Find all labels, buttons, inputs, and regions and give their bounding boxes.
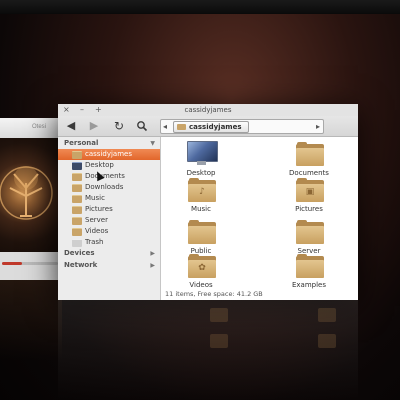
search-button[interactable] <box>135 119 149 133</box>
forward-button[interactable]: ▶ <box>87 119 101 133</box>
sidebar-item-pictures[interactable]: Pictures <box>58 204 160 215</box>
file-view[interactable]: Desktop Documents ♪ Music ▣ Pictures Pub… <box>161 137 358 289</box>
file-item-pictures[interactable]: ▣ Pictures <box>279 175 339 219</box>
sidebar-item-desktop[interactable]: Desktop <box>58 160 160 171</box>
music-folder-icon: ♪ <box>188 178 216 202</box>
downloads-folder-icon <box>72 184 82 192</box>
sidebar-item-label: Pictures <box>85 205 113 213</box>
expand-arrow-icon[interactable]: ▶ <box>150 262 155 269</box>
player-reflection <box>0 280 62 360</box>
sidebar-item-label: Downloads <box>85 183 124 191</box>
window-reflection <box>58 300 358 400</box>
reload-button[interactable]: ↻ <box>112 119 126 133</box>
breadcrumb-label: cassidyjames <box>189 123 242 131</box>
sidebar-item-music[interactable]: Music <box>58 193 160 204</box>
sidebar-category-network[interactable]: Network <box>64 261 97 269</box>
sidebar-category-devices[interactable]: Devices <box>64 249 95 257</box>
music-folder-icon <box>72 195 82 203</box>
public-folder-icon <box>188 220 216 244</box>
videos-folder-icon: ✿ <box>188 254 216 278</box>
album-art <box>0 138 62 252</box>
file-item-music[interactable]: ♪ Music <box>171 175 231 219</box>
sidebar-item-label: Documents <box>85 172 125 180</box>
sidebar-category-personal[interactable]: Personal <box>64 139 98 147</box>
expand-arrow-icon[interactable]: ▶ <box>150 250 155 257</box>
search-icon <box>137 121 148 132</box>
sidebar-item-label: Server <box>85 216 108 224</box>
toolbar: ◀ ▶ ↻ ◂ cassidyjames ▸ <box>58 116 358 137</box>
desktop-icon <box>72 162 82 170</box>
back-button[interactable]: ◀ <box>64 119 78 133</box>
sidebar-item-label: Music <box>85 194 105 202</box>
sidebar-item-videos[interactable]: Videos <box>58 226 160 237</box>
sidebar-item-downloads[interactable]: Downloads <box>58 182 160 193</box>
player-progress[interactable] <box>2 262 58 265</box>
file-item-label: Music <box>191 205 211 213</box>
path-left-icon[interactable]: ◂ <box>163 120 167 133</box>
desktop-top-panel <box>0 0 400 14</box>
sidebar-item-home[interactable]: cassidyjames <box>58 149 160 160</box>
sidebar-item-server[interactable]: Server <box>58 215 160 226</box>
tree-artwork-icon <box>0 166 53 220</box>
home-folder-icon <box>72 151 82 159</box>
sidebar-item-label: Trash <box>85 238 104 246</box>
pictures-folder-icon <box>72 206 82 214</box>
home-folder-icon <box>177 124 186 130</box>
sidebar-item-label: Videos <box>85 227 109 235</box>
server-folder-icon <box>72 217 82 225</box>
server-folder-icon <box>296 220 324 244</box>
location-bar[interactable]: ◂ cassidyjames ▸ <box>160 119 324 134</box>
titlebar[interactable]: × – + cassidyjames <box>58 104 358 116</box>
sidebar-item-documents[interactable]: Documents <box>58 171 160 182</box>
sidebar: Personal ▼ cassidyjames Desktop Document… <box>58 137 161 300</box>
desktop-icon <box>187 141 218 166</box>
examples-folder-icon <box>296 254 324 278</box>
pictures-folder-icon: ▣ <box>296 178 324 202</box>
collapse-arrow-icon[interactable]: ▼ <box>150 140 155 147</box>
sidebar-item-trash[interactable]: Trash <box>58 237 160 248</box>
file-manager-window[interactable]: × – + cassidyjames ◀ ▶ ↻ ◂ cassidyjames … <box>58 104 358 300</box>
documents-folder-icon <box>296 142 324 166</box>
status-bar: 11 items, Free space: 41.2 GB <box>165 290 263 298</box>
file-item-label: Pictures <box>295 205 323 213</box>
player-controls[interactable] <box>0 252 62 280</box>
sidebar-item-label: cassidyjames <box>85 150 132 158</box>
videos-folder-icon <box>72 228 82 236</box>
trash-icon <box>72 239 82 247</box>
player-progress-fill <box>2 262 22 265</box>
breadcrumb[interactable]: cassidyjames <box>173 121 249 133</box>
path-right-icon[interactable]: ▸ <box>316 120 320 133</box>
documents-folder-icon <box>72 173 82 181</box>
window-title: cassidyjames <box>184 106 232 114</box>
